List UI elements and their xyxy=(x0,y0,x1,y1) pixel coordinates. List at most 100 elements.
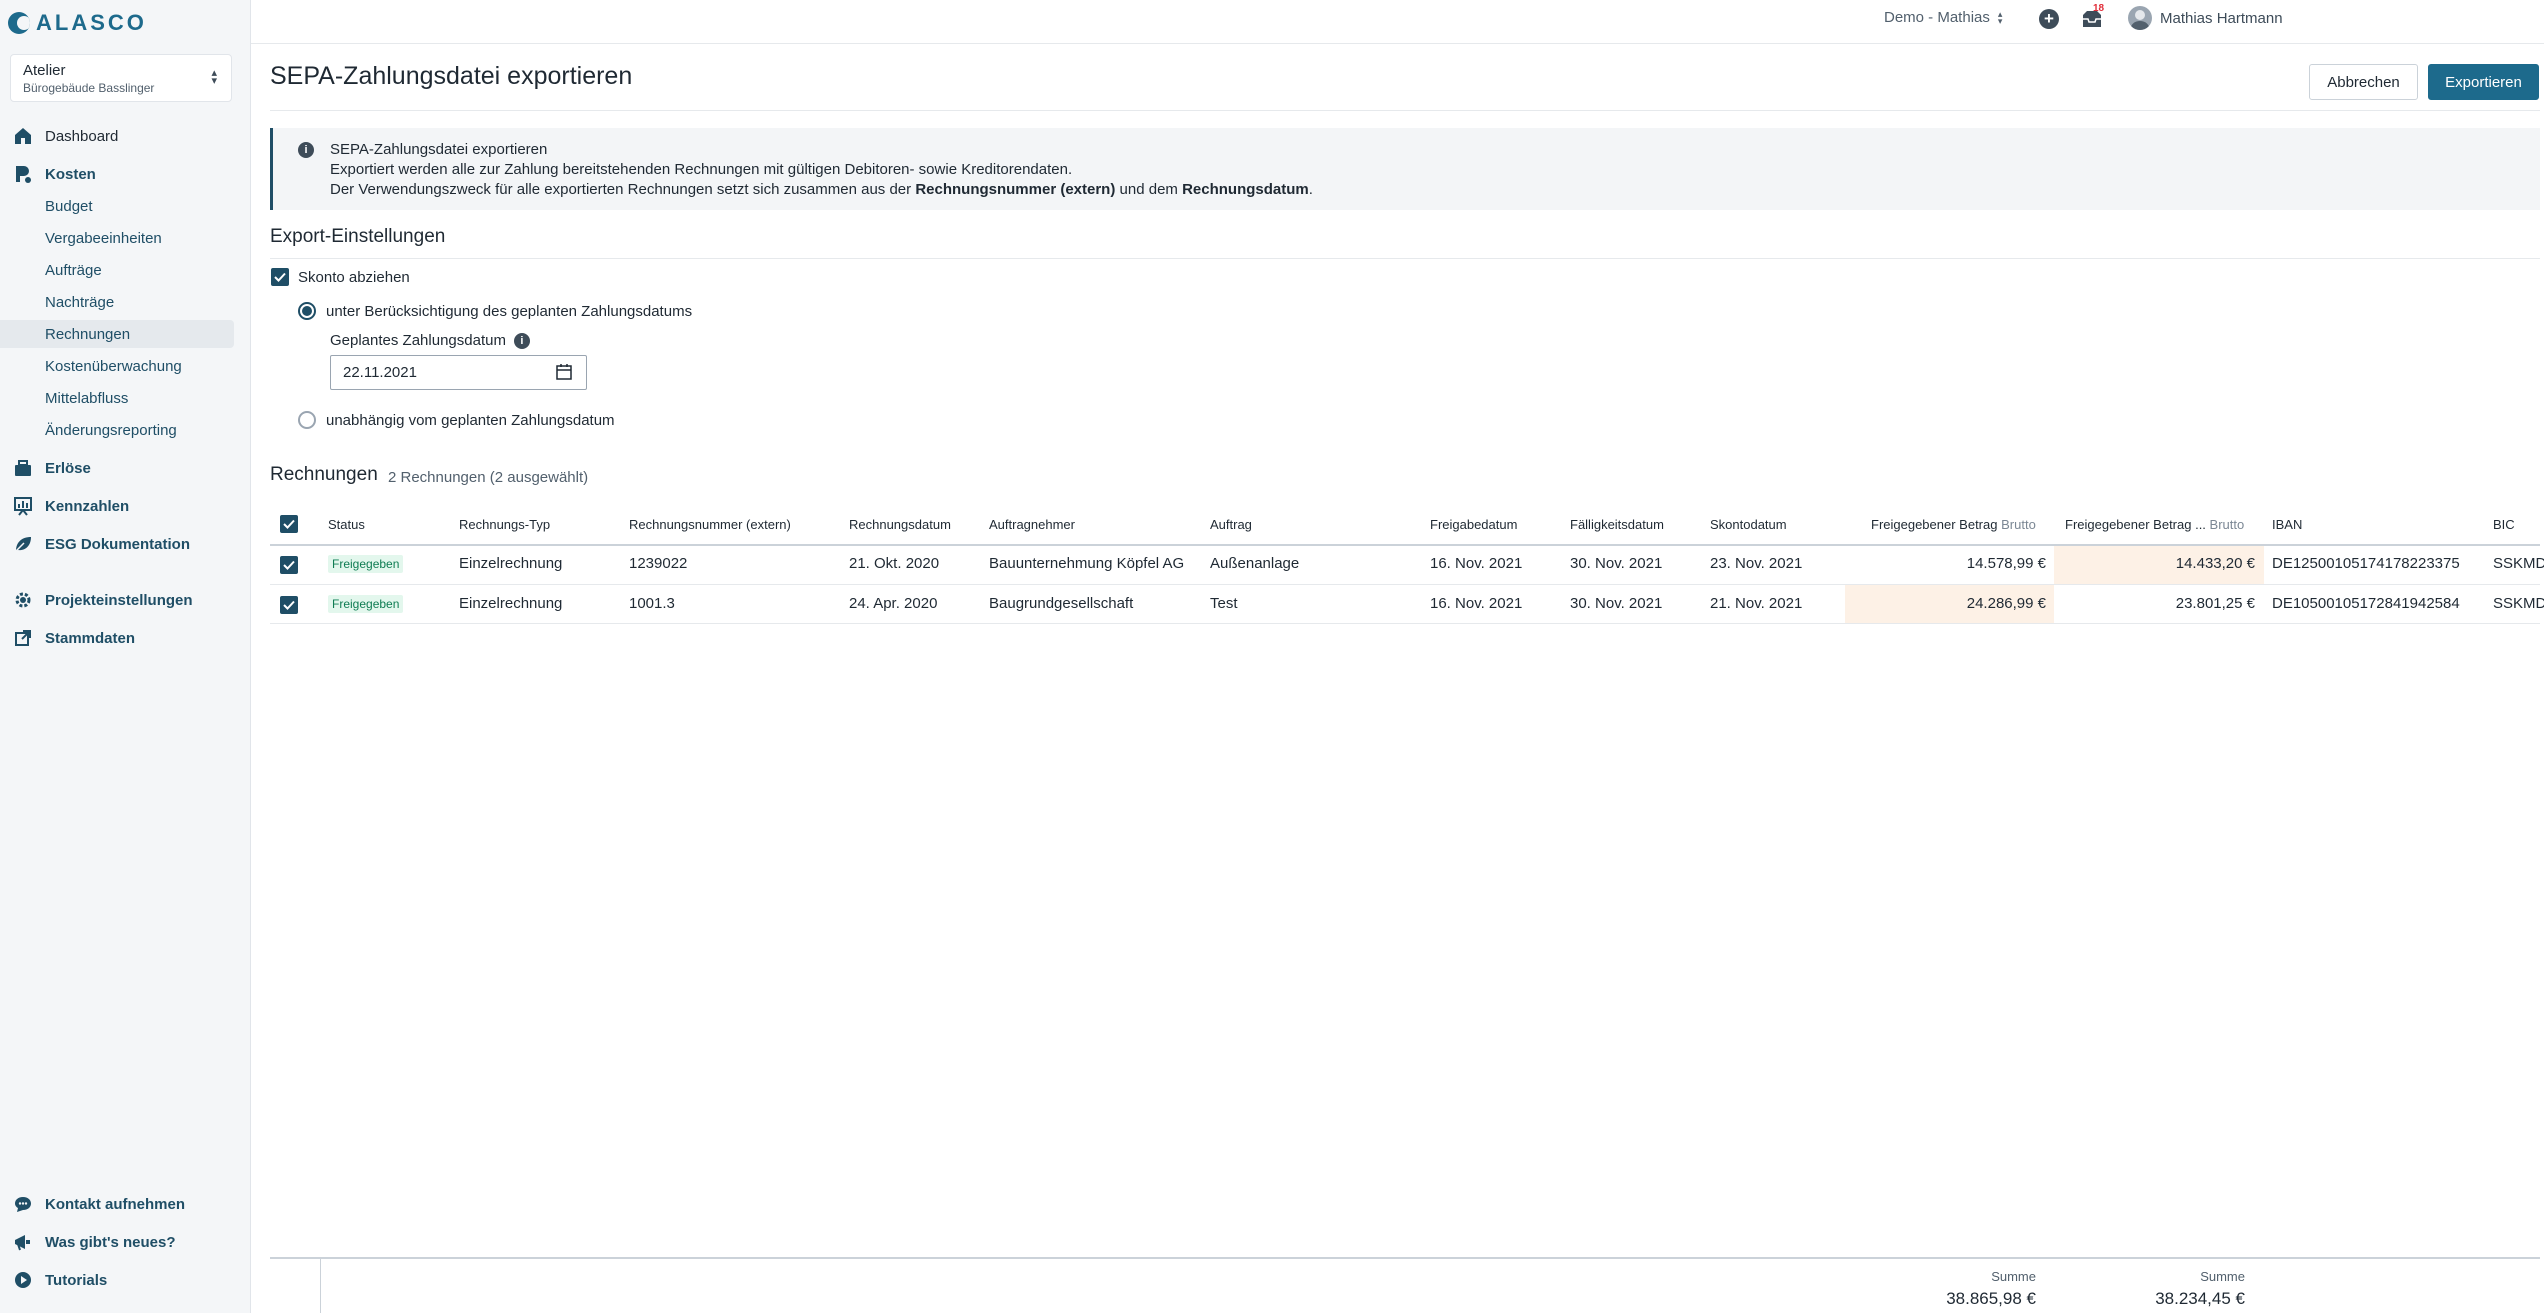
sidebar-subitem-label: Rechnungen xyxy=(45,325,131,343)
column-header-sub: Brutto xyxy=(2001,517,2036,532)
info-bold-invoice-date: Rechnungsdatum xyxy=(1182,181,1309,198)
column-header-type[interactable]: Rechnungs-Typ xyxy=(459,517,550,532)
check-icon xyxy=(274,272,286,282)
home-icon xyxy=(13,126,33,146)
cell-order: Test xyxy=(1210,595,1238,612)
info-text: Der Verwendungszweck für alle exportiert… xyxy=(330,181,916,198)
cell-approved-amount: 14.578,99 € xyxy=(1966,555,2046,572)
sidebar-item-projekteinstellungen[interactable]: Projekteinstellungen xyxy=(0,586,234,614)
column-header-iban[interactable]: IBAN xyxy=(2272,517,2302,532)
sidebar-item-news[interactable]: Was gibt's neues? xyxy=(0,1228,234,1256)
avatar xyxy=(2128,6,2152,30)
sidebar-subitem-auftraege[interactable]: Aufträge xyxy=(0,256,234,284)
info-line-2: Der Verwendungszweck für alle exportiert… xyxy=(330,181,1313,198)
add-icon[interactable]: + xyxy=(2039,9,2059,29)
sidebar-item-label: Tutorials xyxy=(45,1271,108,1289)
column-header-skonto-date[interactable]: Skontodatum xyxy=(1710,517,1787,532)
row-divider xyxy=(270,623,2540,624)
radio-with-payment-date[interactable] xyxy=(298,302,316,320)
sidebar-subitem-mittelabfluss[interactable]: Mittelabfluss xyxy=(0,384,234,412)
select-all-checkbox[interactable] xyxy=(280,515,298,533)
column-header-approved-amount-skonto[interactable]: Freigegebener Betrag ... Brutto xyxy=(2065,517,2244,532)
cancel-button[interactable]: Abbrechen xyxy=(2309,64,2418,100)
info-title: SEPA-Zahlungsdatei exportieren xyxy=(330,141,548,158)
user-menu[interactable]: Mathias Hartmann xyxy=(2128,6,2283,30)
cell-skonto-date: 23. Nov. 2021 xyxy=(1710,555,1803,572)
sidebar-item-label: Kosten xyxy=(45,165,96,183)
chevron-updown-icon: ▴ ▾ xyxy=(211,67,217,87)
export-button[interactable]: Exportieren xyxy=(2428,64,2539,100)
sidebar-subitem-label: Vergabeeinheiten xyxy=(45,229,162,247)
column-header-bic[interactable]: BIC xyxy=(2493,517,2515,532)
sidebar-item-kennzahlen[interactable]: Kennzahlen xyxy=(0,492,234,520)
sidebar-item-label: Kennzahlen xyxy=(45,497,130,515)
column-header-due-date[interactable]: Fälligkeitsdatum xyxy=(1570,517,1664,532)
invoices-title: Rechnungen xyxy=(270,464,378,485)
cell-approved-amount-skonto: 14.433,20 € xyxy=(2175,555,2255,572)
header-divider xyxy=(270,110,2540,111)
external-link-icon xyxy=(13,628,33,648)
calendar-icon[interactable] xyxy=(555,363,573,381)
summary-divider xyxy=(270,1257,2540,1259)
demo-selector[interactable]: Demo - Mathias ▴ ▾ xyxy=(1884,9,2002,26)
user-name: Mathias Hartmann xyxy=(2160,9,2283,27)
info-text: . xyxy=(1308,181,1313,198)
column-header-number[interactable]: Rechnungsnummer (extern) xyxy=(629,517,791,532)
megaphone-icon xyxy=(13,1232,33,1252)
invoices-count: 2 Rechnungen (2 ausgewählt) xyxy=(388,469,589,486)
sidebar-item-label: Stammdaten xyxy=(45,629,136,647)
radio-with-payment-date-label: unter Berücksichtigung des geplanten Zah… xyxy=(326,303,693,320)
sidebar-item-dashboard[interactable]: Dashboard xyxy=(0,122,234,150)
cell-approved-amount-skonto: 23.801,25 € xyxy=(2175,595,2255,612)
row-checkbox[interactable] xyxy=(280,596,298,614)
revenue-icon xyxy=(13,458,33,478)
sidebar-item-kosten[interactable]: Kosten xyxy=(0,160,234,188)
sidebar-item-kontakt[interactable]: Kontakt aufnehmen xyxy=(0,1190,234,1218)
demo-label: Demo - Mathias xyxy=(1884,9,1990,26)
cell-due-date: 30. Nov. 2021 xyxy=(1570,555,1663,572)
sidebar-subitem-budget[interactable]: Budget xyxy=(0,192,234,220)
cell-type: Einzelrechnung xyxy=(459,555,563,572)
column-header-date[interactable]: Rechnungsdatum xyxy=(849,517,951,532)
column-header-contractor[interactable]: Auftragnehmer xyxy=(989,517,1075,532)
cell-order: Außenanlage xyxy=(1210,555,1300,572)
cell-approved-amount: 24.286,99 € xyxy=(1966,595,2046,612)
play-icon xyxy=(13,1270,33,1290)
row-checkbox[interactable] xyxy=(280,556,298,574)
row-divider xyxy=(270,584,2540,585)
sidebar-item-label: Erlöse xyxy=(45,459,91,477)
project-selector[interactable]: Atelier Bürogebäude Basslinger ▴ ▾ xyxy=(10,54,232,102)
column-header-order[interactable]: Auftrag xyxy=(1210,517,1252,532)
sidebar-subitem-rechnungen[interactable]: Rechnungen xyxy=(0,320,234,348)
sidebar-item-tutorials[interactable]: Tutorials xyxy=(0,1266,234,1294)
sidebar-item-stammdaten[interactable]: Stammdaten xyxy=(0,624,234,652)
sidebar-item-erloese[interactable]: Erlöse xyxy=(0,454,234,482)
column-header-approved-amount[interactable]: Freigegebener Betrag Brutto xyxy=(1871,517,2036,532)
alasco-logo[interactable]: ALASCO xyxy=(8,10,147,36)
sidebar-subitem-label: Änderungsreporting xyxy=(45,421,177,439)
sidebar-item-label: ESG Dokumentation xyxy=(45,535,191,553)
cell-contractor: Baugrundgesellschaft xyxy=(989,595,1134,612)
sidebar-item-label: Kontakt aufnehmen xyxy=(45,1195,186,1213)
cell-approval-date: 16. Nov. 2021 xyxy=(1430,595,1523,612)
sidebar-subitem-label: Aufträge xyxy=(45,261,102,279)
costs-icon xyxy=(13,164,33,184)
info-icon[interactable]: i xyxy=(513,332,530,349)
skonto-checkbox[interactable] xyxy=(271,268,289,286)
column-header-approval-date[interactable]: Freigabedatum xyxy=(1430,517,1517,532)
sidebar-subitem-vergabeeinheiten[interactable]: Vergabeeinheiten xyxy=(0,224,234,252)
sidebar-subitem-aenderungsreporting[interactable]: Änderungsreporting xyxy=(0,416,234,444)
sidebar-subitem-kostenueberwachung[interactable]: Kostenüberwachung xyxy=(0,352,234,380)
cell-number: 1239022 xyxy=(629,555,688,572)
cell-iban: DE10500105172841942584 xyxy=(2272,595,2460,612)
radio-without-payment-date[interactable] xyxy=(298,411,316,429)
project-name: Atelier xyxy=(23,62,66,79)
radio-without-payment-date-label: unabhängig vom geplanten Zahlungsdatum xyxy=(326,412,615,429)
logo-icon xyxy=(8,12,30,34)
sidebar-subitem-nachtraege[interactable]: Nachträge xyxy=(0,288,234,316)
column-header-status[interactable]: Status xyxy=(328,517,365,532)
cell-contractor: Bauunternehmung Köpfel AG xyxy=(989,555,1185,572)
sidebar-item-esg[interactable]: ESG Dokumentation xyxy=(0,530,234,558)
column-header-text: Freigegebener Betrag xyxy=(1871,517,1998,532)
payment-date-input[interactable] xyxy=(330,355,587,390)
